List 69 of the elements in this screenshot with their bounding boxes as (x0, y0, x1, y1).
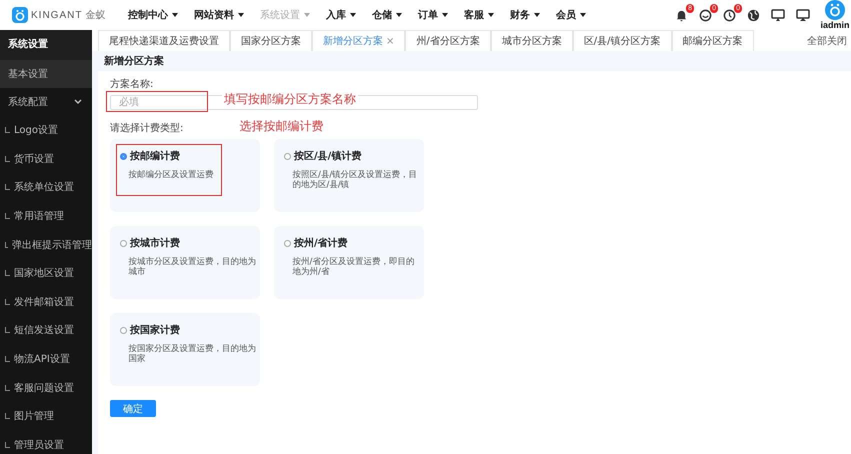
option-title: 按城市计费 (130, 236, 180, 250)
brand-name: KINGANT (31, 10, 82, 20)
sidebar-subitem[interactable]: 客服问题设置 (0, 373, 92, 402)
option-description: 按照区/县/镇分区及设置运费，目的地为区/县/镇 (292, 170, 418, 190)
radio-button[interactable] (120, 240, 127, 246)
bell-icon[interactable] (675, 8, 688, 22)
option-card[interactable]: 按邮编计费 按邮编分区及设置运费 (110, 139, 260, 212)
sidebar-subitem[interactable]: 图片管理 (0, 402, 92, 431)
caret-icon (238, 13, 244, 17)
option-description: 按州/省分区及设置运费，即目的地为州/省 (292, 257, 416, 278)
sidebar-subitem[interactable]: 系统单位设置 (0, 173, 92, 202)
caret-icon (580, 13, 586, 17)
nav-menu-item[interactable]: 网站资料 (186, 8, 252, 22)
nav-menu-item[interactable]: 会员 (548, 8, 594, 22)
sidebar-item[interactable]: 基本设置 (0, 60, 92, 88)
option-title: 按邮编计费 (130, 150, 180, 163)
nav-menu-item[interactable]: 控制中心 (120, 8, 186, 22)
caret-icon (304, 13, 310, 17)
sidebar-subitem[interactable]: 常用语管理 (0, 202, 92, 230)
sidebar-subitem[interactable]: Logo设置 (0, 116, 92, 145)
annotation-text: 填写按邮编分区方案名称 (222, 91, 358, 108)
option-card[interactable]: 按区/县/镇计费 按照区/县/镇分区及设置运费，目的地为区/县/镇 (274, 139, 424, 212)
sidebar-subitem[interactable]: 物流API设置 (0, 344, 92, 374)
nav-menu-item[interactable]: 客服 (456, 8, 502, 22)
option-card[interactable]: 按国家计费 按国家分区及设置运费，目的地为国家 (110, 313, 260, 386)
nav-menu-item[interactable]: 订单 (410, 8, 456, 22)
option-title: 按国家计费 (130, 323, 180, 337)
sidebar-subitem[interactable]: 管理员设置 (0, 430, 92, 454)
sidebar-subitem[interactable]: 短信发送设置 (0, 316, 92, 345)
sidebar-subitem[interactable]: 国家地区设置 (0, 258, 92, 288)
sidebar-subitem[interactable]: 弹出框提示语管理 (0, 230, 92, 259)
option-title: 按区/县/镇计费 (294, 150, 362, 163)
option-card[interactable]: 按州/省计费 按州/省分区及设置运费，即目的地为州/省 (274, 226, 424, 299)
option-card[interactable]: 按城市计费 按城市分区及设置运费，目的地为城市 (110, 226, 260, 299)
avatar-icon[interactable] (825, 0, 845, 20)
sidebar-subitem[interactable]: 货币设置 (0, 144, 92, 174)
option-description: 按邮编分区及设置运费 (128, 170, 214, 180)
nav-menu-item[interactable]: 财务 (502, 8, 548, 22)
radio-button[interactable] (120, 152, 127, 160)
sidebar-subitem[interactable]: 发件邮箱设置 (0, 288, 92, 316)
nav-menu-item[interactable]: 仓储 (364, 8, 410, 22)
sidebar-title: 系统设置 (0, 30, 92, 60)
chevron-icon (74, 99, 82, 105)
caret-icon (396, 13, 402, 17)
radio-button[interactable] (284, 152, 291, 160)
field-label: 请选择计费类型: (110, 122, 184, 135)
caret-icon (442, 13, 448, 17)
chat-icon[interactable] (699, 8, 712, 22)
user-name: iadmin (820, 20, 850, 30)
globe-icon[interactable] (747, 8, 760, 22)
caret-icon (350, 13, 356, 17)
monitor-icon[interactable] (771, 8, 785, 22)
caret-icon (488, 13, 494, 17)
annotation-text: 选择按邮编计费 (239, 118, 324, 135)
option-title: 按州/省计费 (294, 236, 348, 250)
brand-name-cn: 金蚁 (85, 8, 106, 22)
caret-icon (534, 13, 540, 17)
option-description: 按国家分区及设置运费，目的地为国家 (128, 344, 256, 364)
option-description: 按城市分区及设置运费，目的地为城市 (128, 257, 256, 278)
sidebar-item[interactable]: 系统配置 (0, 88, 92, 116)
ant-logo-icon (12, 7, 28, 23)
close-all-link[interactable]: 全部关闭 (807, 34, 851, 48)
radio-button[interactable] (120, 326, 127, 334)
radio-button[interactable] (284, 240, 291, 246)
screen-cast-icon[interactable] (796, 8, 810, 22)
caret-icon (172, 13, 178, 17)
field-label: 方案名称: (110, 78, 154, 91)
nav-menu-item[interactable]: 入库 (318, 8, 364, 22)
clock-icon[interactable] (723, 8, 736, 22)
